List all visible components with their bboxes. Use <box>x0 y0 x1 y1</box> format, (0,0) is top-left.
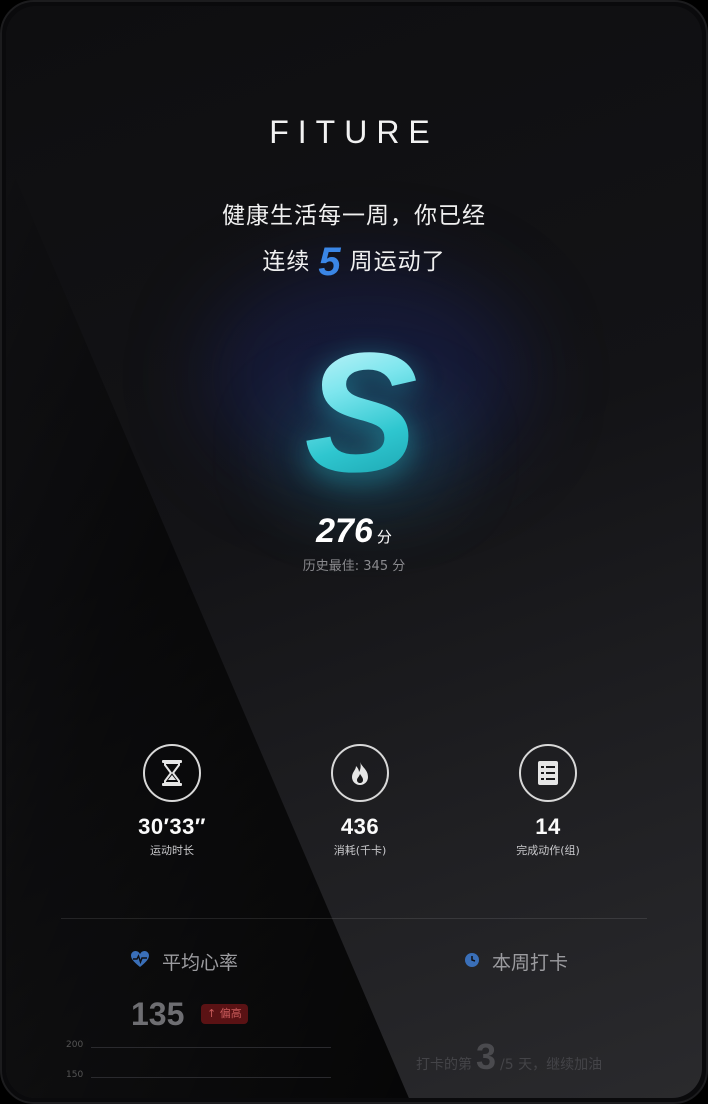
axis-line <box>91 1047 331 1048</box>
checkin-title-text: 本周打卡 <box>492 952 569 974</box>
calories-label: 消耗(千卡) <box>333 844 387 857</box>
heart-rate-title: 平均心率 <box>130 948 238 975</box>
stat-duration: 30′33″ 运动时长 <box>92 744 252 858</box>
grade-badge: S <box>276 328 446 508</box>
score-value: 276 <box>316 512 373 550</box>
stat-sets: 14 完成动作(组) <box>468 744 628 858</box>
section-divider <box>61 918 647 919</box>
duration-value: 30′33″ <box>138 814 206 839</box>
score: 276 分 <box>6 512 702 551</box>
checkin-title: 本周打卡 <box>464 948 568 975</box>
weeks-count: 5 <box>318 240 342 284</box>
headline-line2: 连续 5 周运动了 <box>6 240 702 285</box>
sets-value: 14 <box>535 814 561 839</box>
clock-icon <box>464 951 480 973</box>
score-unit: 分 <box>376 529 392 546</box>
flame-icon <box>331 744 389 802</box>
checkin-progress: 打卡的第 3 /5 天，继续加油 <box>416 1036 602 1078</box>
axis-tick-150: 150 <box>66 1070 84 1080</box>
brand-logo: FITURE <box>269 114 439 150</box>
glass-reflection <box>6 156 409 1098</box>
status-badge: ↑ 偏高 <box>201 1004 248 1024</box>
headline-suffix: 周运动了 <box>349 249 446 275</box>
best-score: 历史最佳: 345 分 <box>302 559 406 574</box>
heart-rate-title-text: 平均心率 <box>162 952 239 974</box>
sets-label: 完成动作(组) <box>516 844 580 857</box>
calories-value: 436 <box>340 814 380 839</box>
duration-label: 运动时长 <box>150 844 194 857</box>
axis-tick-200: 200 <box>66 1040 84 1050</box>
device-frame: FITURE 健康生活每一周，你已经 连续 5 周运动了 S 276 分 历史最佳: … <box>0 0 708 1104</box>
hourglass-icon <box>143 744 201 802</box>
headline-line1: 健康生活每一周，你已经 <box>222 203 486 229</box>
grade-letter: S <box>276 328 446 508</box>
stat-calories: 436 消耗(千卡) <box>280 744 440 858</box>
heart-rate-value: 135 <box>131 996 185 1032</box>
checkin-suffix: /5 天，继续加油 <box>500 1057 603 1073</box>
axis-line <box>91 1077 331 1078</box>
heart-icon <box>130 950 150 973</box>
checkin-day: 3 <box>476 1036 497 1077</box>
screen: FITURE 健康生活每一周，你已经 连续 5 周运动了 S 276 分 历史最佳: … <box>6 6 702 1098</box>
checkin-prefix: 打卡的第 <box>416 1057 472 1073</box>
list-icon <box>519 744 577 802</box>
headline-prefix: 连续 <box>262 249 311 275</box>
